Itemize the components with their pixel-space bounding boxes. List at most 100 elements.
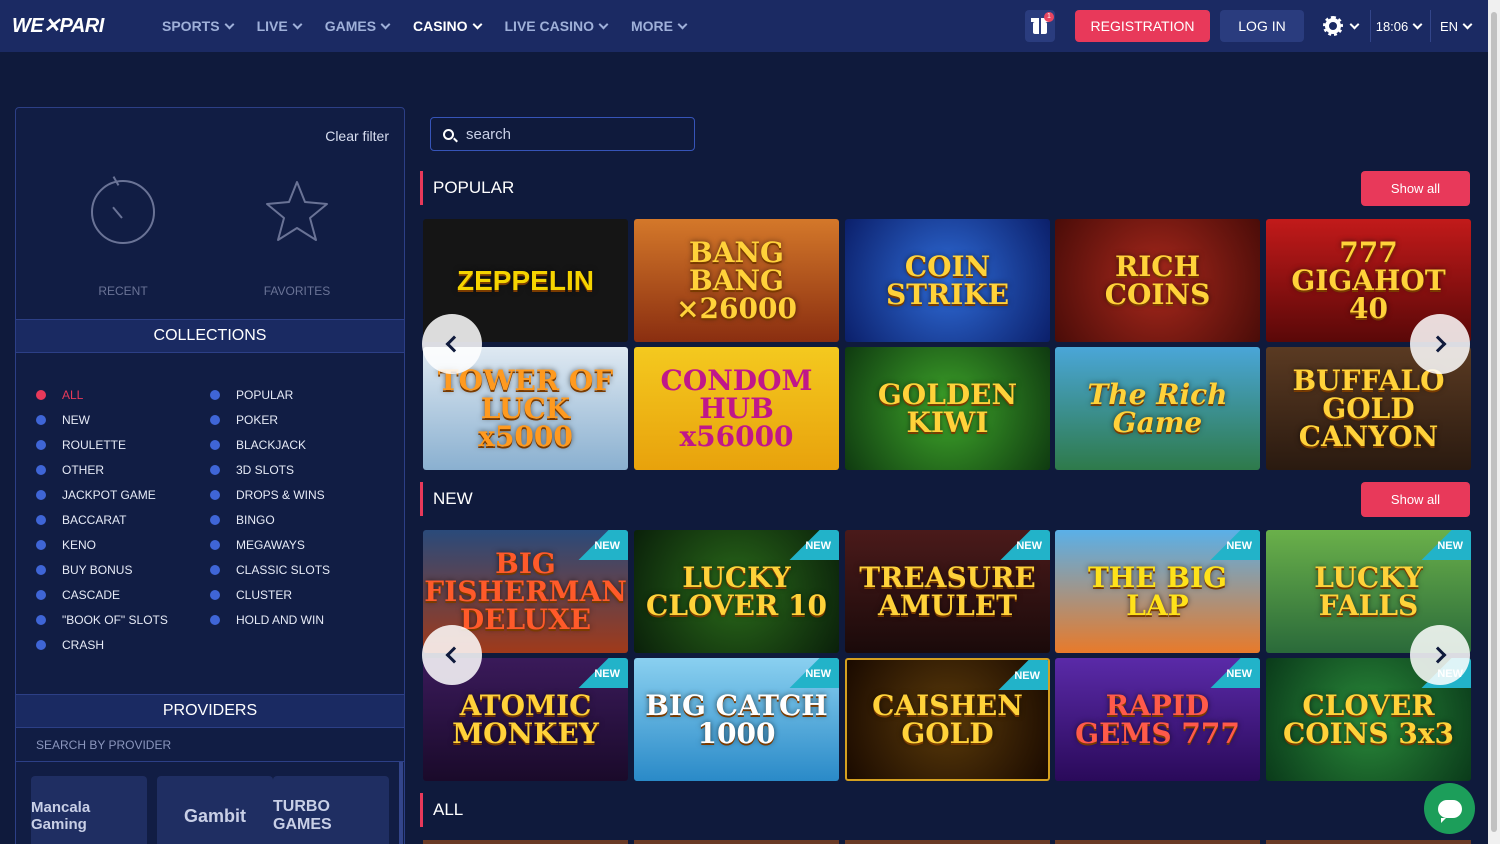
game-tile[interactable]: LUCKY CLOVER 10 NEW xyxy=(634,530,839,653)
chevron-down-icon xyxy=(598,19,609,29)
login-button[interactable]: LOG IN xyxy=(1220,10,1304,42)
collection-cluster[interactable]: CLUSTER xyxy=(210,588,292,602)
game-tile[interactable]: BANG BANG ×26000 xyxy=(634,219,839,342)
game-tile[interactable] xyxy=(1266,840,1471,844)
collection-all[interactable]: ALL xyxy=(36,388,83,402)
gear-icon xyxy=(1322,16,1343,36)
gift-count-badge: 1 xyxy=(1044,12,1054,22)
new-badge: NEW xyxy=(982,660,1048,690)
favorites-label[interactable]: FAVORITES xyxy=(248,284,346,298)
new-prev-arrow[interactable] xyxy=(422,625,482,685)
collection-jackpot-game[interactable]: JACKPOT GAME xyxy=(36,488,156,502)
chat-bubble-icon xyxy=(1437,799,1462,823)
game-tile[interactable]: TREASURE AMULET NEW xyxy=(845,530,1050,653)
game-tile[interactable] xyxy=(1055,840,1260,844)
popular-show-all-button[interactable]: Show all xyxy=(1361,171,1470,206)
collection-blackjack[interactable]: BLACKJACK xyxy=(210,438,306,452)
collection-baccarat[interactable]: BACCARAT xyxy=(36,513,126,527)
collection-keno[interactable]: KENO xyxy=(36,538,96,552)
collection-buy-bonus[interactable]: BUY BONUS xyxy=(36,563,132,577)
game-tile[interactable]: COIN STRIKE xyxy=(845,219,1050,342)
collection-new[interactable]: NEW xyxy=(36,413,90,427)
game-tile[interactable]: CONDOM HUB x56000 xyxy=(634,347,839,470)
chevron-down-icon xyxy=(1462,19,1473,29)
new-badge: NEW xyxy=(1194,530,1260,560)
chevron-down-icon xyxy=(292,19,303,29)
new-badge: NEW xyxy=(562,530,628,560)
nav-more[interactable]: MORE xyxy=(619,0,698,52)
nav-live-casino[interactable]: LIVE CASINO xyxy=(493,0,619,52)
game-tile[interactable]: RICH COINS xyxy=(1055,219,1260,342)
collection-poker[interactable]: POKER xyxy=(210,413,278,427)
all-section-title: ALL xyxy=(420,793,463,827)
collection-book-of-slots[interactable]: "BOOK OF" SLOTS xyxy=(36,613,168,627)
popular-next-arrow[interactable] xyxy=(1410,314,1470,374)
language-dropdown[interactable]: EN xyxy=(1430,10,1480,42)
recent-label[interactable]: RECENT xyxy=(76,284,170,298)
game-tile[interactable]: The Rich Game xyxy=(1055,347,1260,470)
game-tile[interactable] xyxy=(845,840,1050,844)
collection-roulette[interactable]: ROULETTE xyxy=(36,438,126,452)
collection-crash[interactable]: CRASH xyxy=(36,638,104,652)
collection-megaways[interactable]: MEGAWAYS xyxy=(210,538,305,552)
collection-popular[interactable]: POPULAR xyxy=(210,388,293,402)
game-tile[interactable]: THE BIG LAP NEW xyxy=(1055,530,1260,653)
collection-3d-slots[interactable]: 3D SLOTS xyxy=(210,463,294,477)
game-search-input[interactable]: search xyxy=(430,117,695,151)
filter-sidebar: Clear filter RECENT FAVORITES COLLECTION… xyxy=(15,107,405,844)
star-icon[interactable] xyxy=(263,178,331,246)
nav-sports[interactable]: SPORTS xyxy=(150,0,245,52)
provider-scrollbar[interactable] xyxy=(399,762,403,844)
nav-live[interactable]: LIVE xyxy=(245,0,313,52)
new-badge: NEW xyxy=(984,530,1050,560)
provider-mancala[interactable]: Mancala Gaming xyxy=(31,776,147,844)
collection-bingo[interactable]: BINGO xyxy=(210,513,275,527)
collection-classic-slots[interactable]: CLASSIC SLOTS xyxy=(210,563,330,577)
chat-button[interactable] xyxy=(1424,783,1475,834)
game-tile[interactable]: BIG CATCH 1000 NEW xyxy=(634,658,839,781)
new-next-arrow[interactable] xyxy=(1410,625,1470,685)
new-badge: NEW xyxy=(773,658,839,688)
new-badge: NEW xyxy=(1405,530,1471,560)
nav-games[interactable]: GAMES xyxy=(313,0,401,52)
brand-logo[interactable]: WE✕PARI xyxy=(12,13,104,38)
game-tile[interactable] xyxy=(634,840,839,844)
chevron-left-icon xyxy=(445,646,463,664)
collection-cascade[interactable]: CASCADE xyxy=(36,588,120,602)
gift-icon xyxy=(1031,18,1049,34)
gift-button[interactable]: 1 xyxy=(1025,10,1055,42)
clock-icon[interactable] xyxy=(91,180,155,244)
time-dropdown[interactable]: 18:06 xyxy=(1370,10,1426,42)
providers-heading: PROVIDERS xyxy=(16,694,404,728)
provider-gambit[interactable]: Gambit xyxy=(157,776,273,844)
provider-turbo-games[interactable]: TURBO GAMES xyxy=(273,776,389,844)
new-badge: NEW xyxy=(562,658,628,688)
popular-section-title: POPULAR xyxy=(420,171,514,205)
collection-hold-and-win[interactable]: HOLD AND WIN xyxy=(210,613,324,627)
chevron-down-icon xyxy=(472,19,482,29)
chevron-right-icon xyxy=(1429,646,1447,664)
chevron-down-icon xyxy=(380,19,391,29)
collection-other[interactable]: OTHER xyxy=(36,463,104,477)
game-tile[interactable]: RAPID GEMS 777 NEW xyxy=(1055,658,1260,781)
page-scrollbar[interactable] xyxy=(1488,0,1500,844)
chevron-down-icon xyxy=(677,19,688,29)
new-badge: NEW xyxy=(1194,658,1260,688)
collection-drops-wins[interactable]: DROPS & WINS xyxy=(210,488,325,502)
chevron-right-icon xyxy=(1429,335,1447,353)
game-tile[interactable]: CAISHEN GOLD NEW xyxy=(845,658,1050,781)
collections-heading: COLLECTIONS xyxy=(16,319,404,353)
new-section-title: NEW xyxy=(420,482,473,516)
nav-casino[interactable]: CASINO xyxy=(401,0,492,52)
clear-filter-link[interactable]: Clear filter xyxy=(325,128,389,144)
new-show-all-button[interactable]: Show all xyxy=(1361,482,1470,517)
game-tile[interactable]: GOLDEN KIWI xyxy=(845,347,1050,470)
popular-prev-arrow[interactable] xyxy=(422,314,482,374)
registration-button[interactable]: REGISTRATION xyxy=(1075,10,1210,42)
scrollbar-thumb[interactable] xyxy=(1491,12,1497,832)
main-nav: SPORTS LIVE GAMES CASINO LIVE CASINO MOR… xyxy=(150,0,698,52)
game-tile[interactable] xyxy=(423,840,628,844)
settings-dropdown[interactable] xyxy=(1316,10,1366,42)
provider-search-input[interactable]: SEARCH BY PROVIDER xyxy=(16,728,404,762)
search-icon xyxy=(443,128,454,140)
